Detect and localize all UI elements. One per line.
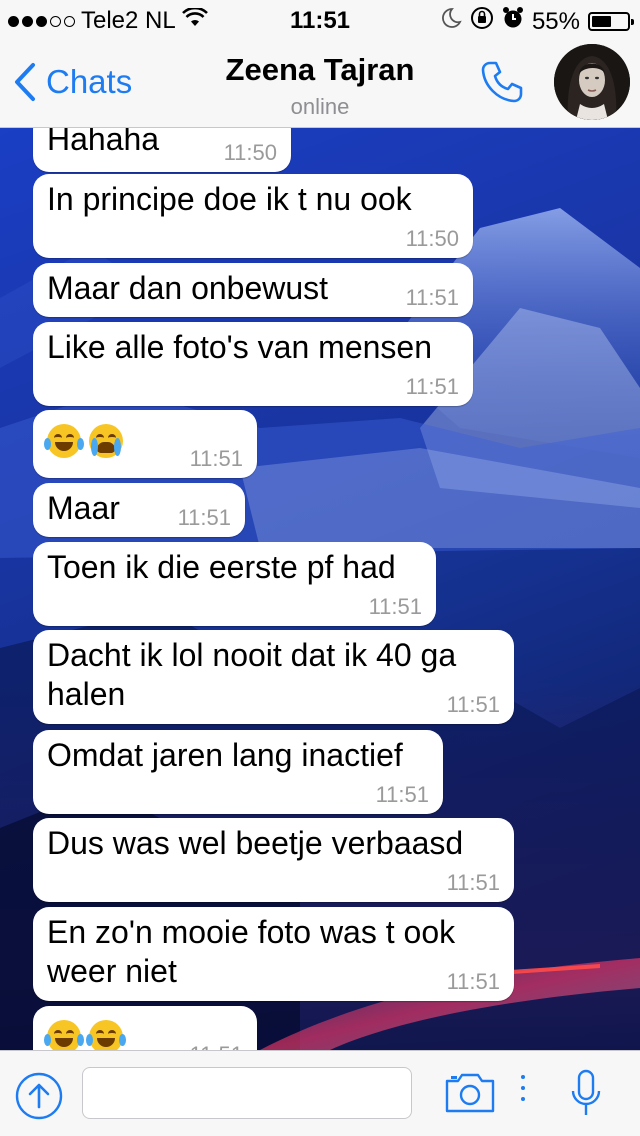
message-list[interactable]: Hahaha 11:50 In principe doe ik t nu ook…: [0, 128, 640, 1050]
message-text: Toen ik die eerste pf had: [47, 549, 396, 585]
message-time: 11:50: [405, 226, 459, 251]
upload-arrow-icon: [15, 1072, 63, 1120]
message-bubble[interactable]: Toen ik die eerste pf had 11:51: [33, 542, 436, 626]
message-bubble[interactable]: Dacht ik lol nooit dat ik 40 ga halen 11…: [33, 630, 514, 724]
message-time: 11:51: [189, 446, 243, 471]
call-button[interactable]: [478, 58, 526, 111]
message-bubble[interactable]: Dus was wel beetje verbaasd 11:51: [33, 818, 514, 902]
message-time: 11:50: [223, 140, 277, 165]
message-time: 11:51: [405, 285, 459, 310]
message-text: Maar: [47, 490, 120, 526]
message-bubble[interactable]: Hahaha 11:50: [33, 128, 291, 172]
message-text: En zo'n mooie foto was t ook: [47, 914, 456, 950]
message-input[interactable]: [82, 1067, 412, 1119]
face-with-tears-of-joy-icon: [44, 1020, 84, 1050]
message-text-line2: halen: [47, 676, 126, 712]
camera-button[interactable]: [444, 1073, 496, 1118]
message-bubble[interactable]: In principe doe ik t nu ook 11:50: [33, 174, 473, 258]
message-bubble[interactable]: 11:51: [33, 1006, 257, 1050]
message-text-line2: weer niet: [47, 953, 177, 989]
message-bubble[interactable]: En zo'n mooie foto was t ook weer niet 1…: [33, 907, 514, 1001]
phone-icon: [481, 61, 523, 103]
message-bubble[interactable]: Like alle foto's van mensen 11:51: [33, 322, 473, 406]
message-time: 11:51: [446, 692, 500, 717]
message-time: 11:51: [375, 782, 429, 807]
do-not-disturb-icon: [441, 7, 462, 36]
loudly-crying-face-icon: [89, 424, 123, 458]
message-time: 11:51: [446, 969, 500, 994]
message-text: Dus was wel beetje verbaasd: [47, 825, 464, 861]
message-text: Omdat jaren lang inactief: [47, 737, 403, 773]
contact-status: online: [290, 94, 350, 119]
microphone-button[interactable]: [570, 1069, 602, 1124]
dot: [521, 1075, 525, 1079]
dot: [521, 1097, 525, 1101]
message-time: 11:51: [190, 1042, 243, 1050]
face-with-tears-of-joy-icon: [86, 1020, 126, 1050]
camera-icon: [445, 1073, 495, 1113]
microphone-icon: [571, 1069, 601, 1115]
message-bubble[interactable]: Maar 11:51: [33, 483, 245, 537]
battery-icon: [588, 12, 634, 31]
status-bar: Tele2 NL 11:51 55%: [0, 0, 640, 40]
contact-name[interactable]: Zeena Tajran: [0, 52, 640, 88]
message-text: Dacht ik lol nooit dat ik 40 ga: [47, 637, 457, 673]
rotation-lock-icon: [470, 6, 494, 37]
chat-header: Chats Zeena Tajran online: [0, 40, 640, 128]
message-bubble[interactable]: Omdat jaren lang inactief 11:51: [33, 730, 443, 814]
contact-avatar[interactable]: [554, 44, 630, 120]
message-bubble[interactable]: 11:51: [33, 410, 257, 478]
alarm-icon: [502, 6, 524, 37]
attach-button[interactable]: [14, 1071, 64, 1126]
face-with-tears-of-joy-icon: [44, 424, 84, 458]
dot: [521, 1086, 525, 1090]
composer-bar: [0, 1050, 640, 1136]
status-right: 55%: [441, 6, 634, 37]
message-text: In principe doe ik t nu ook: [47, 181, 412, 217]
message-time: 11:51: [446, 870, 500, 895]
message-time: 11:51: [405, 374, 459, 399]
message-time: 11:51: [177, 505, 231, 530]
message-text: Hahaha: [47, 128, 160, 157]
message-time: 11:51: [368, 594, 422, 619]
message-text: Like alle foto's van mensen: [47, 329, 432, 365]
message-bubble[interactable]: Maar dan onbewust 11:51: [33, 263, 473, 317]
battery-percentage: 55%: [531, 7, 580, 35]
more-options-button[interactable]: [521, 1075, 525, 1101]
message-text: Maar dan onbewust: [47, 270, 329, 306]
